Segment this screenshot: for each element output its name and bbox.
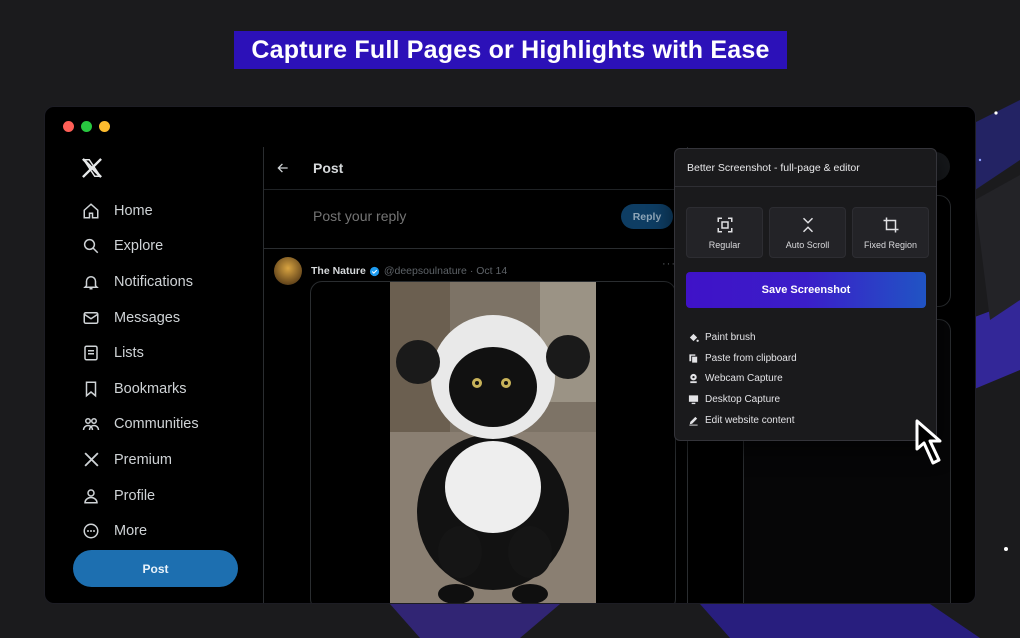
- extension-title: Better Screenshot - full-page & editor: [675, 149, 936, 187]
- sidebar-item-label: Home: [114, 202, 153, 219]
- home-icon: [81, 201, 101, 221]
- sidebar-item-label: Explore: [114, 238, 164, 255]
- mode-label: Fixed Region: [863, 239, 918, 250]
- sidebar-item-label: Communities: [114, 416, 199, 433]
- sidebar-nav: Home Explore Notifications Messages List…: [81, 193, 199, 549]
- sidebar-item-lists[interactable]: Lists: [81, 335, 199, 371]
- headline-banner: Capture Full Pages or Highlights with Ea…: [234, 31, 787, 69]
- clipboard-icon: [687, 352, 699, 364]
- sidebar-item-label: Lists: [114, 345, 144, 362]
- x-logo-icon[interactable]: [81, 157, 103, 179]
- capture-modes: Regular Auto Scroll Fixed Region: [686, 207, 929, 258]
- page-title: Post: [313, 160, 344, 176]
- reply-composer: Reply: [264, 189, 687, 249]
- maximize-window-button[interactable]: [81, 121, 92, 132]
- x-icon: [81, 450, 101, 470]
- sidebar-item-bookmarks[interactable]: Bookmarks: [81, 371, 199, 407]
- communities-icon: [81, 414, 101, 434]
- person-icon: [81, 486, 101, 506]
- pencil-icon: [687, 415, 699, 427]
- mode-regular-button[interactable]: Regular: [686, 207, 763, 258]
- minimize-window-button[interactable]: [99, 121, 110, 132]
- tweet-media[interactable]: [310, 281, 676, 603]
- window-controls: [63, 121, 110, 132]
- verified-badge-icon: [369, 266, 379, 276]
- extension-popup: Better Screenshot - full-page & editor R…: [674, 148, 937, 441]
- tools-list: Paint brush Paste from clipboard Webcam …: [687, 327, 797, 431]
- tool-label: Paste from clipboard: [705, 352, 797, 364]
- mail-icon: [81, 308, 101, 328]
- mode-label: Auto Scroll: [785, 239, 830, 250]
- tweet-author-name[interactable]: The Nature: [311, 265, 366, 277]
- sidebar-item-label: Notifications: [114, 273, 193, 290]
- post-column: Post Reply The Nature @deepsoulnature · …: [264, 147, 687, 603]
- regular-capture-icon: [717, 217, 732, 232]
- sidebar-item-profile[interactable]: Profile: [81, 478, 199, 514]
- avatar[interactable]: [274, 257, 302, 285]
- auto-scroll-icon: [802, 217, 813, 232]
- sidebar-item-premium[interactable]: Premium: [81, 442, 199, 478]
- sidebar: Home Explore Notifications Messages List…: [45, 147, 263, 603]
- cat-photo: [390, 282, 596, 603]
- save-screenshot-button[interactable]: Save Screenshot: [686, 272, 926, 308]
- tool-label: Desktop Capture: [705, 394, 781, 406]
- mouse-cursor-icon: [915, 419, 942, 465]
- sidebar-item-label: More: [114, 523, 148, 540]
- sidebar-item-more[interactable]: More: [81, 513, 199, 549]
- sidebar-item-label: Messages: [114, 309, 181, 326]
- sidebar-item-label: Bookmarks: [114, 380, 187, 397]
- sidebar-item-messages[interactable]: Messages: [81, 300, 199, 336]
- desktop-icon: [687, 394, 699, 406]
- back-arrow-icon[interactable]: [276, 161, 290, 175]
- tool-label: Paint brush: [705, 331, 756, 343]
- sidebar-item-communities[interactable]: Communities: [81, 407, 199, 443]
- tool-webcam-capture[interactable]: Webcam Capture: [687, 369, 797, 390]
- reply-button[interactable]: Reply: [621, 204, 673, 229]
- sidebar-item-label: Profile: [114, 487, 156, 504]
- tool-paste-clipboard[interactable]: Paste from clipboard: [687, 348, 797, 369]
- tool-desktop-capture[interactable]: Desktop Capture: [687, 389, 797, 410]
- crop-icon: [883, 217, 898, 232]
- sidebar-item-label: Premium: [114, 451, 173, 468]
- close-window-button[interactable]: [63, 121, 74, 132]
- webcam-icon: [687, 373, 699, 385]
- sidebar-item-notifications[interactable]: Notifications: [81, 264, 199, 300]
- reply-input[interactable]: [313, 208, 573, 224]
- tool-label: Edit website content: [705, 415, 795, 427]
- tool-paint-brush[interactable]: Paint brush: [687, 327, 797, 348]
- paint-bucket-icon: [687, 331, 699, 343]
- tool-label: Webcam Capture: [705, 373, 783, 385]
- sidebar-item-home[interactable]: Home: [81, 193, 199, 229]
- tool-edit-website[interactable]: Edit website content: [687, 410, 797, 431]
- search-icon: [81, 236, 101, 256]
- bookmark-icon: [81, 379, 101, 399]
- sidebar-item-explore[interactable]: Explore: [81, 229, 199, 265]
- list-icon: [81, 343, 101, 363]
- more-circle-icon: [81, 521, 101, 541]
- bell-icon: [81, 272, 101, 292]
- tweet-meta: @deepsoulnature · Oct 14: [383, 265, 508, 277]
- post-header: Post: [264, 147, 687, 189]
- post-button[interactable]: Post: [73, 550, 238, 587]
- mode-label: Regular: [708, 239, 741, 250]
- mode-fixed-region-button[interactable]: Fixed Region: [852, 207, 929, 258]
- mode-auto-scroll-button[interactable]: Auto Scroll: [769, 207, 846, 258]
